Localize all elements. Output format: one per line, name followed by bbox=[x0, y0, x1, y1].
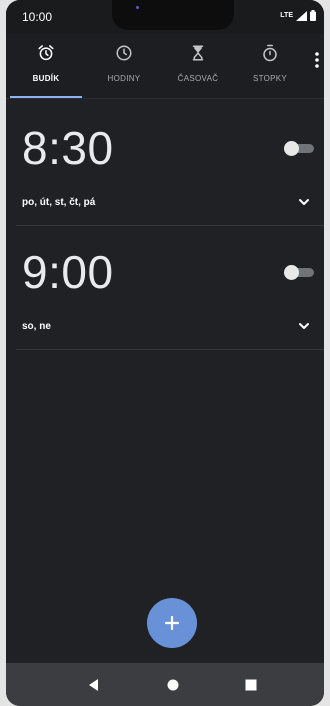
home-icon[interactable] bbox=[165, 677, 181, 693]
camera-icon bbox=[136, 6, 139, 9]
alarm-toggle[interactable] bbox=[284, 141, 314, 156]
alarm-divider bbox=[16, 349, 324, 350]
alarm-days: po, út, st, čt, pá bbox=[22, 197, 96, 208]
alarm-item[interactable]: 9:00 so, ne bbox=[6, 225, 324, 350]
stopwatch-icon bbox=[263, 44, 277, 62]
add-alarm-button[interactable] bbox=[147, 598, 197, 648]
navigation-bar bbox=[6, 663, 324, 706]
hourglass-icon bbox=[192, 45, 204, 61]
tab-timer[interactable]: ČASOVAČ bbox=[160, 34, 236, 98]
status-bar: 10:00 LTE bbox=[6, 0, 324, 34]
tab-alarm-label: BUDÍK bbox=[32, 74, 60, 83]
chevron-down-icon[interactable] bbox=[298, 196, 310, 208]
status-icons: LTE bbox=[280, 10, 316, 21]
alarm-toggle[interactable] bbox=[284, 265, 314, 280]
tab-clock[interactable]: HODINY bbox=[86, 34, 162, 98]
status-time: 10:00 bbox=[22, 10, 53, 24]
phone-screen: 10:00 LTE BUDÍK HODINY ČASOVAČ STOPKY 8:… bbox=[6, 0, 324, 706]
toggle-thumb bbox=[284, 265, 299, 280]
battery-icon bbox=[310, 10, 316, 21]
plus-icon bbox=[165, 616, 179, 630]
alarm-time[interactable]: 8:30 bbox=[22, 121, 114, 175]
tab-stopwatch[interactable]: STOPKY bbox=[232, 34, 308, 98]
tab-alarm[interactable]: BUDÍK bbox=[8, 34, 84, 98]
tab-bar: BUDÍK HODINY ČASOVAČ STOPKY bbox=[6, 34, 324, 99]
toggle-thumb bbox=[284, 141, 299, 156]
tab-stopwatch-label: STOPKY bbox=[252, 74, 288, 83]
alarm-item[interactable]: 8:30 po, út, st, čt, pá bbox=[6, 101, 324, 226]
recents-icon[interactable] bbox=[243, 677, 259, 693]
alarm-clock-icon bbox=[38, 45, 54, 61]
overflow-menu-icon[interactable] bbox=[312, 50, 322, 70]
clock-icon bbox=[116, 45, 132, 61]
chevron-down-icon[interactable] bbox=[298, 320, 310, 332]
tab-timer-label: ČASOVAČ bbox=[177, 74, 219, 83]
tab-divider bbox=[6, 98, 324, 99]
alarm-days: so, ne bbox=[22, 321, 51, 332]
network-label: LTE bbox=[280, 12, 293, 19]
alarm-time[interactable]: 9:00 bbox=[22, 245, 114, 299]
tab-clock-label: HODINY bbox=[107, 74, 141, 83]
signal-icon bbox=[296, 10, 307, 21]
display-notch bbox=[112, 0, 234, 30]
back-icon[interactable] bbox=[86, 677, 102, 693]
